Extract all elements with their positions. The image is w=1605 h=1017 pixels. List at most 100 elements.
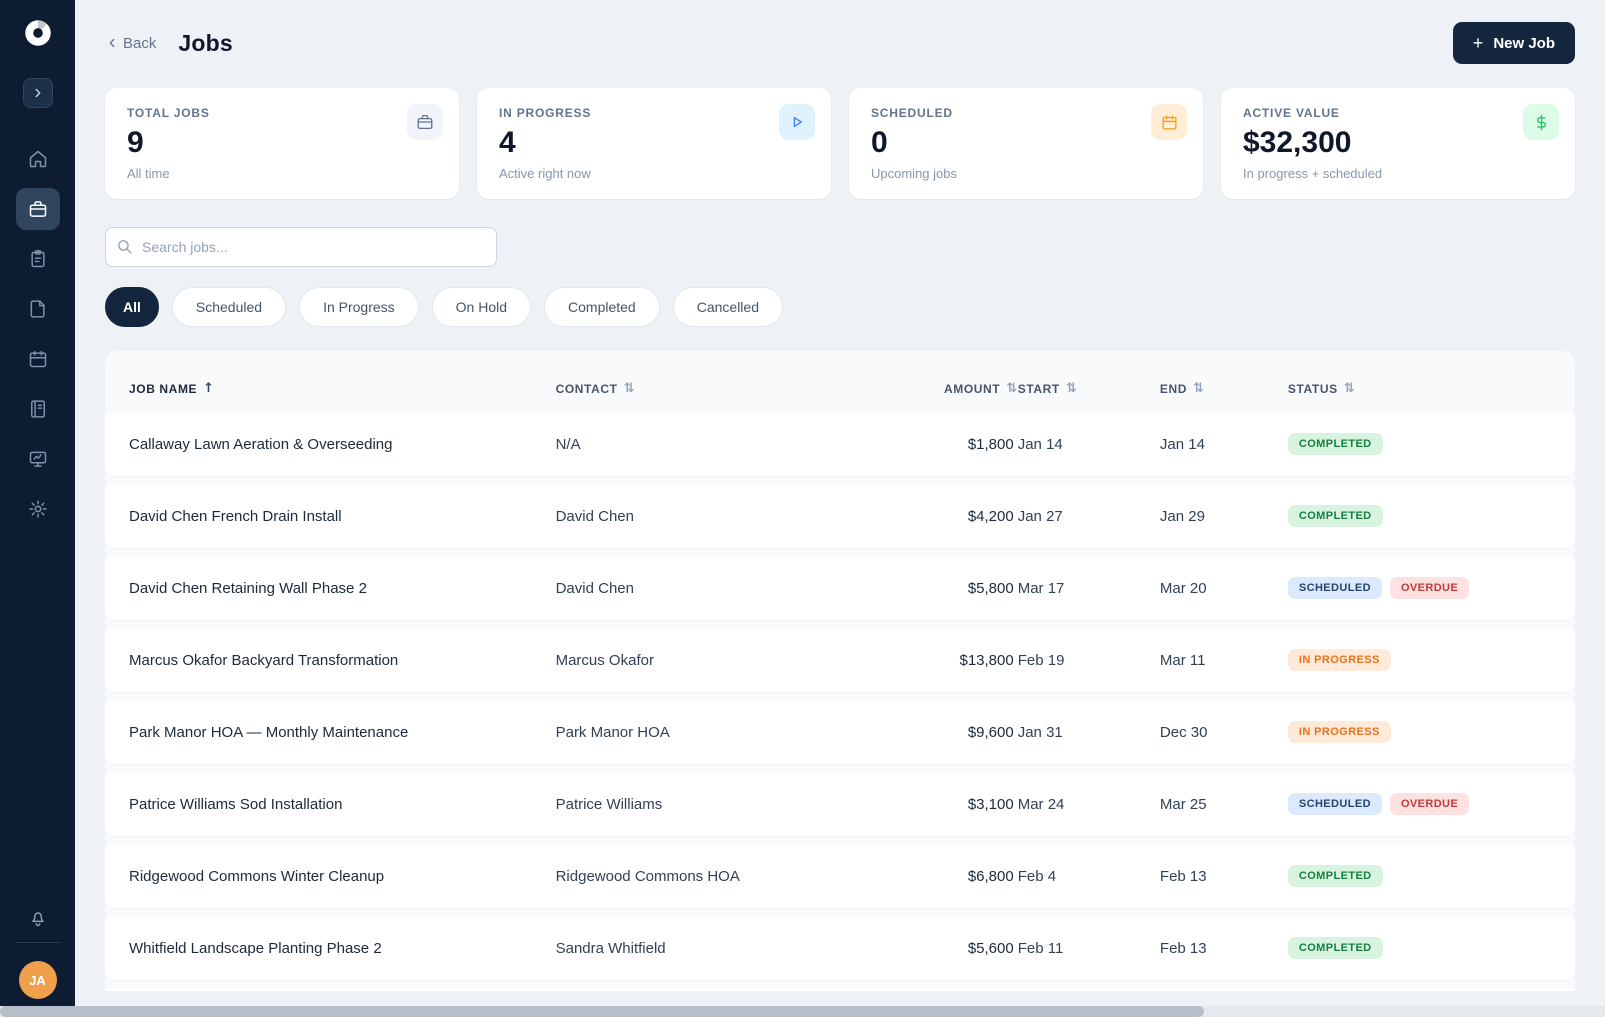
status-badge-inprogress: IN PROGRESS xyxy=(1287,721,1391,743)
stat-value: $32,300 xyxy=(1243,126,1352,159)
table-row[interactable]: Marcus Okafor Backyard Transformation Ma… xyxy=(105,628,1575,692)
filter-chip-scheduled[interactable]: Scheduled xyxy=(171,287,287,327)
table-row[interactable]: David Chen French Drain Install David Ch… xyxy=(105,484,1575,548)
start-cell: Mar 17 xyxy=(1017,579,1065,597)
monitor-icon xyxy=(29,451,46,467)
contact-cell: Ridgewood Commons HOA xyxy=(555,867,740,885)
table-row[interactable]: Callaway Lawn Aeration & Overseeding N/A… xyxy=(105,412,1575,476)
back-button[interactable]: Back xyxy=(105,35,156,52)
column-header-amount[interactable]: AMOUNT ⇅ xyxy=(847,381,1018,396)
notifications-button[interactable] xyxy=(28,908,48,928)
search-box xyxy=(105,227,497,267)
job-name-cell: Callaway Lawn Aeration & Overseeding xyxy=(129,435,393,453)
status-badge-inprogress: IN PROGRESS xyxy=(1287,649,1391,671)
stat-label: IN PROGRESS xyxy=(499,106,592,120)
column-header-start[interactable]: START ⇅ xyxy=(1018,381,1160,396)
start-cell: Feb 19 xyxy=(1017,651,1065,669)
stat-subtitle: Active right now xyxy=(499,166,591,181)
start-cell: Feb 11 xyxy=(1017,939,1064,957)
contact-cell: N/A xyxy=(555,435,581,453)
status-cell: COMPLETED xyxy=(1287,865,1551,887)
filter-chip-completed[interactable]: Completed xyxy=(544,287,660,327)
table-row[interactable]: Ridgewood Commons Winter Cleanup Ridgewo… xyxy=(105,844,1575,908)
home-icon xyxy=(29,150,46,168)
search-input[interactable] xyxy=(105,227,497,267)
table-row-partial[interactable] xyxy=(105,988,1575,991)
column-header-end[interactable]: END ⇅ xyxy=(1160,381,1288,396)
filter-chip-on-hold[interactable]: On Hold xyxy=(431,287,532,327)
end-cell: Dec 30 xyxy=(1159,723,1208,741)
stat-label: TOTAL JOBS xyxy=(127,106,210,120)
end-cell: Feb 13 xyxy=(1159,939,1207,957)
amount-cell: $9,600 xyxy=(967,723,1014,741)
clipboard-icon xyxy=(30,250,45,268)
amount-cell: $5,600 xyxy=(967,939,1014,957)
end-cell: Jan 14 xyxy=(1159,435,1205,453)
stat-value: 9 xyxy=(127,126,144,159)
amount-cell: $6,800 xyxy=(967,867,1014,885)
status-badge-completed: COMPLETED xyxy=(1287,505,1383,527)
page-header: Back Jobs + New Job xyxy=(105,22,1575,64)
stat-value: 4 xyxy=(499,126,516,159)
status-badge-completed: COMPLETED xyxy=(1287,433,1383,455)
app-logo-icon xyxy=(21,16,55,50)
sidebar-expand-button[interactable] xyxy=(22,78,53,108)
filter-chip-all[interactable]: All xyxy=(105,287,159,327)
column-header-contact[interactable]: CONTACT ⇅ xyxy=(556,381,848,396)
briefcase-icon xyxy=(29,201,46,217)
bell-icon xyxy=(31,912,44,927)
filter-chip-cancelled[interactable]: Cancelled xyxy=(672,287,783,327)
sidebar-item-dashboard[interactable] xyxy=(16,438,60,480)
status-filter-chips: All Scheduled In Progress On Hold Comple… xyxy=(105,287,1575,327)
stat-value: 0 xyxy=(871,126,888,159)
table-row[interactable]: Park Manor HOA — Monthly Maintenance Par… xyxy=(105,700,1575,764)
table-row[interactable]: Whitfield Landscape Planting Phase 2 San… xyxy=(105,916,1575,980)
calendar-icon xyxy=(29,350,46,368)
status-badge-scheduled: SCHEDULED xyxy=(1287,793,1382,815)
stat-label: SCHEDULED xyxy=(871,106,953,120)
job-name-cell: David Chen Retaining Wall Phase 2 xyxy=(129,579,367,597)
column-header-job-name[interactable]: JOB NAME ↑ xyxy=(129,381,556,396)
sidebar-item-home[interactable] xyxy=(16,138,60,180)
contact-cell: David Chen xyxy=(555,579,634,597)
filter-chip-in-progress[interactable]: In Progress xyxy=(299,287,419,327)
contact-cell: Sandra Whitfield xyxy=(555,939,666,957)
sort-icon: ⇅ xyxy=(1065,381,1078,396)
user-avatar[interactable]: JA xyxy=(18,961,57,999)
app-window: JA Back Jobs + New Job TOTAL JOBS 9 All … xyxy=(0,0,1605,1017)
sidebar-item-contacts[interactable] xyxy=(16,238,60,280)
start-cell: Jan 31 xyxy=(1017,723,1063,741)
start-cell: Mar 24 xyxy=(1017,795,1065,813)
sidebar-item-documents[interactable] xyxy=(16,288,60,330)
start-cell: Feb 4 xyxy=(1017,867,1057,885)
chevron-left-icon xyxy=(109,38,115,48)
sidebar-item-jobs[interactable] xyxy=(15,188,60,230)
status-cell: COMPLETED xyxy=(1287,505,1551,527)
column-header-status[interactable]: STATUS ⇅ xyxy=(1288,381,1551,396)
new-job-label: New Job xyxy=(1493,34,1555,52)
main-content: Back Jobs + New Job TOTAL JOBS 9 All tim… xyxy=(75,0,1605,1017)
sidebar-item-settings[interactable] xyxy=(16,488,60,530)
job-name-cell: Whitfield Landscape Planting Phase 2 xyxy=(129,939,382,957)
sidebar-item-ledger[interactable] xyxy=(16,388,60,430)
table-row[interactable]: Patrice Williams Sod Installation Patric… xyxy=(105,772,1575,836)
scrollbar-thumb[interactable] xyxy=(0,1006,1204,1017)
end-cell: Mar 20 xyxy=(1159,579,1207,597)
sidebar-item-calendar[interactable] xyxy=(16,338,60,380)
sidebar: JA xyxy=(0,0,75,1017)
status-cell: IN PROGRESS xyxy=(1287,649,1551,671)
new-job-button[interactable]: + New Job xyxy=(1452,22,1575,64)
stat-cards: TOTAL JOBS 9 All time IN PROGRESS 4 Acti… xyxy=(105,88,1575,199)
status-badge-completed: COMPLETED xyxy=(1287,865,1383,887)
horizontal-scrollbar[interactable] xyxy=(0,1006,1605,1017)
table-row[interactable]: David Chen Retaining Wall Phase 2 David … xyxy=(105,556,1575,620)
jobs-table-body: Callaway Lawn Aeration & Overseeding N/A… xyxy=(105,412,1575,980)
dollar-icon xyxy=(1523,104,1559,140)
contact-cell: Patrice Williams xyxy=(555,795,663,813)
amount-cell: $13,800 xyxy=(959,651,1014,669)
calendar-icon xyxy=(1151,104,1187,140)
amount-cell: $5,800 xyxy=(967,579,1014,597)
contact-cell: Marcus Okafor xyxy=(555,651,654,669)
amount-cell: $3,100 xyxy=(967,795,1014,813)
status-badge-scheduled: SCHEDULED xyxy=(1287,577,1382,599)
